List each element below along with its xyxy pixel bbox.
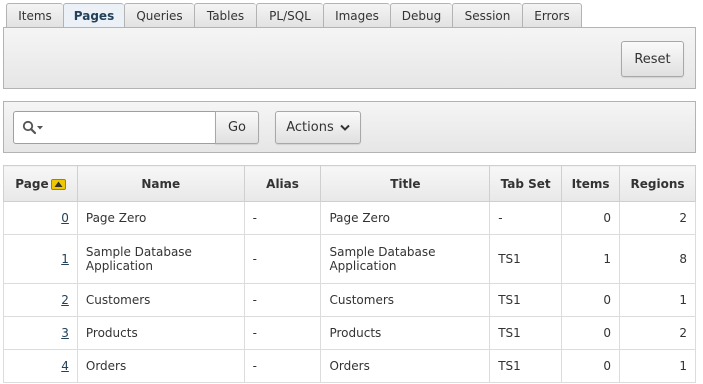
column-header-title[interactable]: Title bbox=[320, 165, 491, 202]
title-line: Sample Database bbox=[329, 245, 436, 259]
chevron-down-icon bbox=[340, 124, 350, 131]
tab-set-cell: TS1 bbox=[489, 349, 563, 383]
tab-label: Items bbox=[18, 8, 52, 23]
tab-tables[interactable]: Tables bbox=[194, 3, 256, 28]
page-cell: 0 bbox=[3, 201, 78, 235]
go-button[interactable]: Go bbox=[215, 111, 259, 144]
sort-ascending-icon[interactable] bbox=[50, 178, 66, 190]
table-row: 4 Orders - Orders TS1 0 1 bbox=[3, 349, 696, 383]
name-cell: Page Zero bbox=[76, 201, 245, 235]
page-cell: 4 bbox=[3, 349, 78, 383]
column-header-items[interactable]: Items bbox=[561, 165, 621, 202]
regions-cell: 8 bbox=[619, 234, 696, 284]
reset-button[interactable]: Reset bbox=[621, 41, 684, 77]
reset-panel: Reset bbox=[3, 27, 696, 89]
table-row: 1 Sample Database Application - Sample Da… bbox=[3, 234, 696, 284]
name-cell: Sample Database Application bbox=[76, 234, 245, 284]
alias-cell: - bbox=[243, 234, 322, 284]
alias-cell: - bbox=[243, 349, 322, 383]
page-link[interactable]: 1 bbox=[61, 252, 69, 266]
page-link[interactable]: 4 bbox=[61, 359, 69, 373]
name-cell: Customers bbox=[76, 283, 245, 317]
search-toolbar: Go Actions bbox=[3, 101, 696, 153]
items-cell: 1 bbox=[561, 234, 621, 284]
tab-set-cell: TS1 bbox=[489, 316, 563, 350]
tab-label: PL/SQL bbox=[269, 8, 311, 23]
tab-session[interactable]: Session bbox=[452, 3, 522, 28]
tab-errors[interactable]: Errors bbox=[522, 3, 582, 28]
table-row: 3 Products - Products TS1 0 2 bbox=[3, 316, 696, 350]
tab-queries[interactable]: Queries bbox=[124, 3, 194, 28]
page-cell: 3 bbox=[3, 316, 78, 350]
title-cell: Orders bbox=[320, 349, 491, 383]
column-header-name[interactable]: Name bbox=[76, 165, 245, 202]
tab-pages[interactable]: Pages bbox=[63, 3, 124, 28]
actions-label: Actions bbox=[286, 120, 334, 135]
regions-cell: 2 bbox=[619, 201, 696, 235]
title-cell: Page Zero bbox=[320, 201, 491, 235]
tab-set-cell: - bbox=[489, 201, 563, 235]
table-row: 2 Customers - Customers TS1 0 1 bbox=[3, 283, 696, 317]
regions-cell: 2 bbox=[619, 316, 696, 350]
table-row: 0 Page Zero - Page Zero - 0 2 bbox=[3, 201, 696, 235]
page-cell: 1 bbox=[3, 234, 78, 284]
tab-label: Queries bbox=[136, 8, 183, 23]
column-header-tab-set[interactable]: Tab Set bbox=[489, 165, 563, 202]
title-line: Application bbox=[329, 259, 397, 273]
column-header-regions[interactable]: Regions bbox=[619, 165, 696, 202]
page-link[interactable]: 0 bbox=[61, 211, 69, 225]
items-cell: 0 bbox=[561, 283, 621, 317]
actions-menu-button[interactable]: Actions bbox=[275, 111, 361, 144]
items-cell: 0 bbox=[561, 349, 621, 383]
tab-label: Tables bbox=[206, 8, 245, 23]
items-cell: 0 bbox=[561, 316, 621, 350]
column-header-alias[interactable]: Alias bbox=[243, 165, 322, 202]
search-input[interactable] bbox=[50, 117, 210, 139]
tab-images[interactable]: Images bbox=[323, 3, 390, 28]
tab-debug[interactable]: Debug bbox=[390, 3, 452, 28]
alias-cell: - bbox=[243, 316, 322, 350]
page-cell: 2 bbox=[3, 283, 78, 317]
tab-items[interactable]: Items bbox=[6, 3, 63, 28]
tab-label: Pages bbox=[73, 8, 115, 23]
tab-label: Session bbox=[464, 8, 511, 23]
regions-cell: 1 bbox=[619, 283, 696, 317]
table-header-row: Page Name Alias Title Tab Set Items Regi… bbox=[3, 165, 696, 202]
page-link[interactable]: 2 bbox=[61, 293, 69, 307]
title-cell: Sample Database Application bbox=[320, 234, 491, 284]
regions-cell: 1 bbox=[619, 349, 696, 383]
pages-report-table: Page Name Alias Title Tab Set Items Regi… bbox=[3, 165, 696, 383]
tab-set-cell: TS1 bbox=[489, 283, 563, 317]
alias-cell: - bbox=[243, 283, 322, 317]
name-cell: Products bbox=[76, 316, 245, 350]
tab-label: Images bbox=[335, 8, 379, 23]
name-line: Sample Database bbox=[85, 245, 192, 259]
title-cell: Customers bbox=[320, 283, 491, 317]
column-header-page[interactable]: Page bbox=[3, 165, 78, 202]
tab-label: Errors bbox=[534, 8, 570, 23]
title-cell: Products bbox=[320, 316, 491, 350]
name-cell: Orders bbox=[76, 349, 245, 383]
search-icon[interactable] bbox=[22, 120, 44, 136]
tab-label: Debug bbox=[401, 8, 442, 23]
name-line: Application bbox=[85, 259, 153, 273]
tab-plsql[interactable]: PL/SQL bbox=[256, 3, 323, 28]
page-link[interactable]: 3 bbox=[61, 326, 69, 340]
column-header-label: Page bbox=[15, 176, 49, 191]
tab-set-cell: TS1 bbox=[489, 234, 563, 284]
alias-cell: - bbox=[243, 201, 322, 235]
developer-tab-bar: Items Pages Queries Tables PL/SQL Images… bbox=[6, 3, 582, 28]
items-cell: 0 bbox=[561, 201, 621, 235]
search-field[interactable] bbox=[13, 111, 216, 144]
